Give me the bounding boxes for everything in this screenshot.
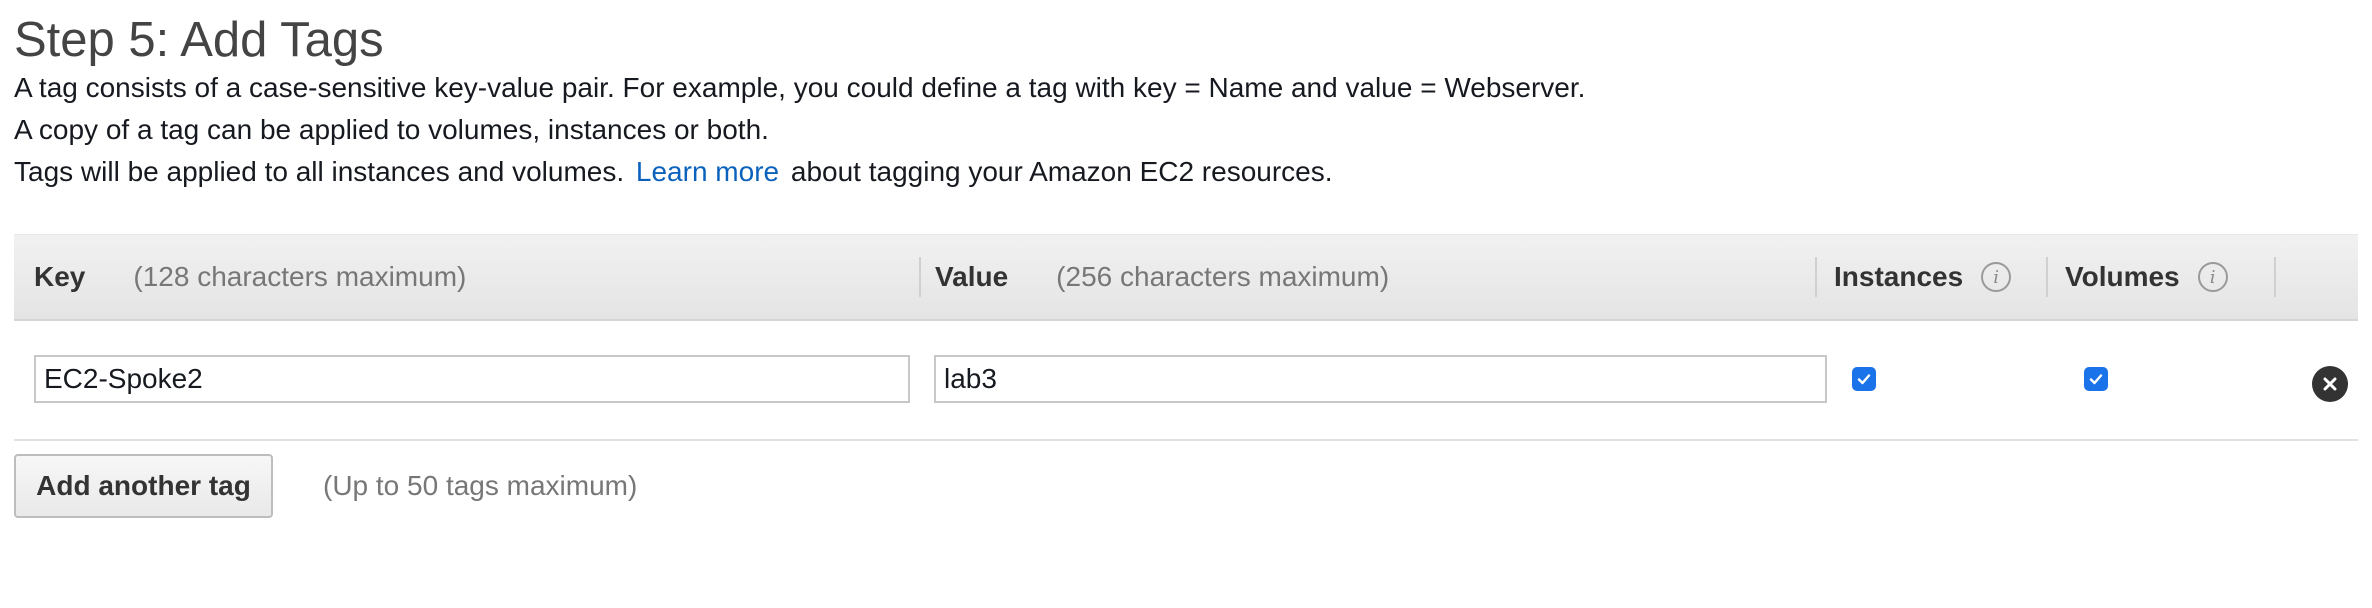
description-line-1: A tag consists of a case-sensitive key-v… (14, 72, 1586, 103)
value-column-header: Value (256 characters maximum) (935, 235, 1389, 319)
description-line-3-text: Tags will be applied to all instances an… (14, 156, 625, 187)
info-icon[interactable]: i (2197, 262, 2228, 292)
checkmark-icon (2089, 374, 2103, 385)
volumes-checkbox[interactable] (2084, 367, 2108, 391)
tag-value-input[interactable] (934, 355, 1827, 403)
tag-key-input[interactable] (34, 355, 910, 403)
tag-row (14, 321, 2358, 441)
info-icon[interactable]: i (1981, 262, 2012, 292)
close-icon (2323, 377, 2337, 391)
key-column-header: Key (128 characters maximum) (34, 235, 466, 319)
instances-checkbox[interactable] (1852, 367, 1876, 391)
key-header-label: Key (34, 261, 86, 292)
column-divider (2046, 257, 2048, 297)
description-line-3-suffix: about tagging your Amazon EC2 resources. (790, 156, 1333, 187)
instances-header-label: Instances (1834, 261, 1964, 292)
column-divider (1815, 257, 1817, 297)
value-header-hint: (256 characters maximum) (1056, 261, 1390, 292)
learn-more-link[interactable]: Learn more (636, 156, 779, 187)
column-divider (2274, 257, 2276, 297)
value-header-label: Value (935, 261, 1009, 292)
description-line-3: Tags will be applied to all instances an… (14, 152, 1333, 192)
volumes-header-label: Volumes (2065, 261, 2180, 292)
tag-limit-hint: (Up to 50 tags maximum) (323, 470, 638, 501)
tags-table-header: Key (128 characters maximum) Value (256 … (14, 234, 2358, 321)
checkmark-icon (1857, 374, 1871, 385)
volumes-column-header: Volumes i (2065, 235, 2228, 319)
add-another-tag-button[interactable]: Add another tag (14, 454, 273, 518)
instances-column-header: Instances i (1834, 235, 2012, 319)
key-header-hint: (128 characters maximum) (133, 261, 467, 292)
column-divider (919, 257, 921, 297)
remove-tag-button[interactable] (2312, 366, 2348, 402)
tags-table: Key (128 characters maximum) Value (256 … (14, 234, 2358, 441)
page-title: Step 5: Add Tags (14, 13, 384, 67)
description-line-2: A copy of a tag can be applied to volume… (14, 114, 769, 145)
